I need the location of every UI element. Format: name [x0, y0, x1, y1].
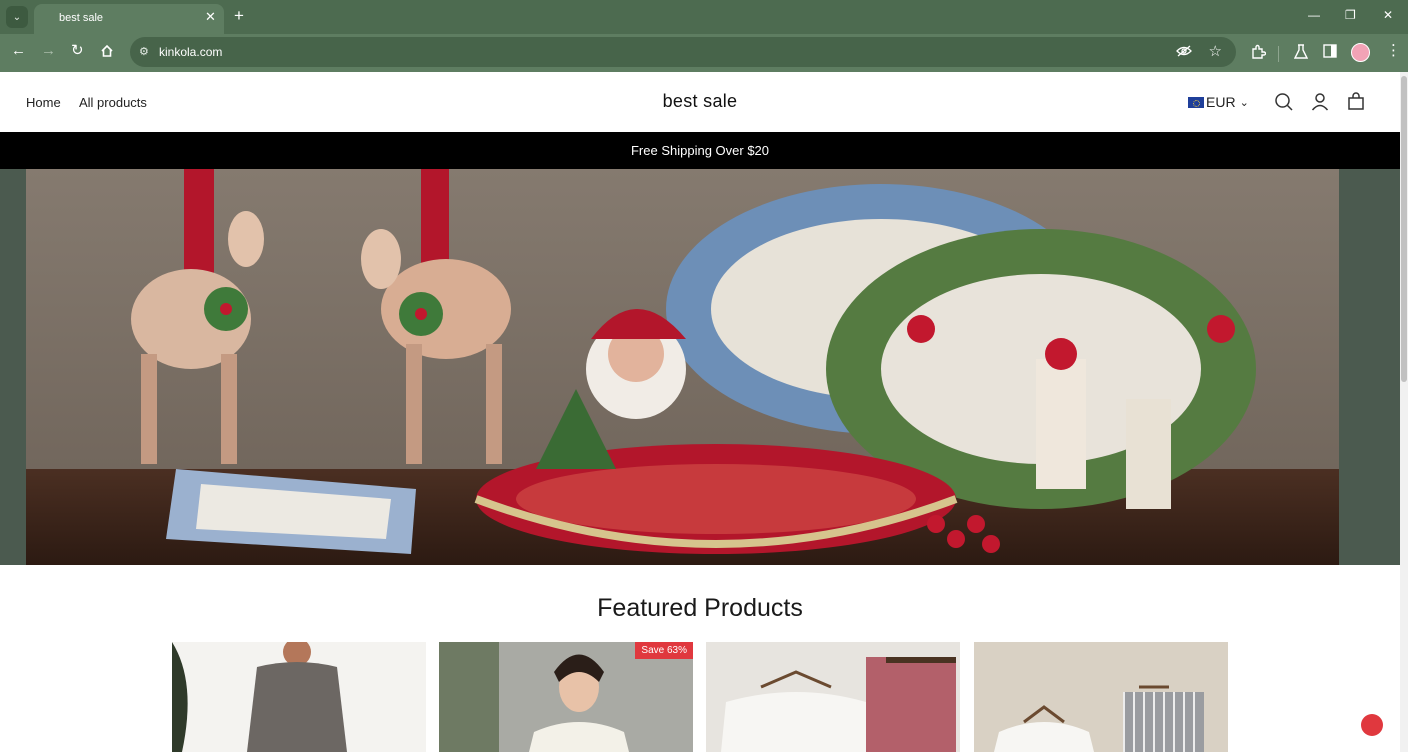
- product-card[interactable]: [974, 642, 1228, 752]
- close-icon[interactable]: ✕: [205, 10, 216, 23]
- profile-avatar[interactable]: [1351, 43, 1370, 62]
- tab-title: best sale: [59, 12, 104, 24]
- new-tab-icon[interactable]: +: [234, 7, 244, 24]
- announcement-bar: Free Shipping Over $20: [0, 132, 1400, 169]
- featured-products-title: Featured Products: [597, 594, 803, 622]
- toolbar-divider: [1278, 46, 1279, 62]
- more-menu-icon[interactable]: ⋮: [1386, 43, 1401, 58]
- web-page: Home All products best sale EUR ⌄ Free S…: [0, 72, 1400, 752]
- tab-strip: ⌄ best sale ✕ + — ❐ ✕: [0, 0, 1408, 34]
- browser-toolbar: ← → ↻ ⚙ kinkola.com ☆ ⋮: [0, 34, 1408, 72]
- sale-badge: Save 63%: [635, 642, 693, 659]
- eye-off-icon[interactable]: [1176, 44, 1192, 58]
- page-scrollbar[interactable]: [1400, 72, 1408, 752]
- product-card[interactable]: [706, 642, 960, 752]
- currency-code: EUR: [1206, 94, 1236, 110]
- site-info-icon[interactable]: ⚙: [139, 45, 149, 58]
- tab-search-button[interactable]: ⌄: [6, 6, 28, 28]
- address-bar[interactable]: ⚙ kinkola.com ☆: [130, 37, 1236, 67]
- search-icon[interactable]: [1273, 91, 1295, 113]
- window-close-icon[interactable]: ✕: [1383, 9, 1393, 21]
- product-card[interactable]: [172, 642, 426, 752]
- hero-banner: [0, 169, 1400, 565]
- chevron-down-icon: ⌄: [1239, 96, 1249, 109]
- product-image: [974, 642, 1228, 752]
- labs-flask-icon[interactable]: [1294, 44, 1308, 60]
- product-card[interactable]: Save 63%: [439, 642, 693, 752]
- product-image: [706, 642, 960, 752]
- bookmark-star-icon[interactable]: ☆: [1209, 42, 1222, 60]
- scrollbar-thumb[interactable]: [1401, 76, 1407, 382]
- browser-tab[interactable]: best sale ✕: [34, 4, 224, 34]
- eu-flag-icon: [1188, 96, 1204, 108]
- url-text: kinkola.com: [159, 45, 223, 59]
- restore-icon[interactable]: ❐: [1345, 9, 1356, 21]
- home-icon[interactable]: [100, 44, 114, 58]
- chat-widget-icon[interactable]: [1361, 714, 1383, 736]
- cart-bag-icon[interactable]: [1345, 91, 1367, 113]
- hero-image[interactable]: [26, 169, 1339, 565]
- reload-icon[interactable]: ↻: [71, 43, 84, 58]
- site-header: Home All products best sale EUR ⌄: [0, 72, 1400, 132]
- account-icon[interactable]: [1309, 91, 1331, 113]
- product-image: [172, 642, 426, 752]
- side-panel-icon[interactable]: [1323, 44, 1337, 58]
- minimize-icon[interactable]: —: [1308, 9, 1320, 21]
- forward-icon[interactable]: →: [41, 43, 56, 58]
- currency-selector[interactable]: EUR ⌄: [1188, 94, 1249, 110]
- chevron-down-icon: ⌄: [12, 11, 22, 23]
- extensions-icon[interactable]: [1250, 44, 1266, 60]
- browser-chrome: ⌄ best sale ✕ + — ❐ ✕ ← → ↻ ⚙ kinkola.co…: [0, 0, 1408, 72]
- back-icon[interactable]: ←: [11, 43, 26, 58]
